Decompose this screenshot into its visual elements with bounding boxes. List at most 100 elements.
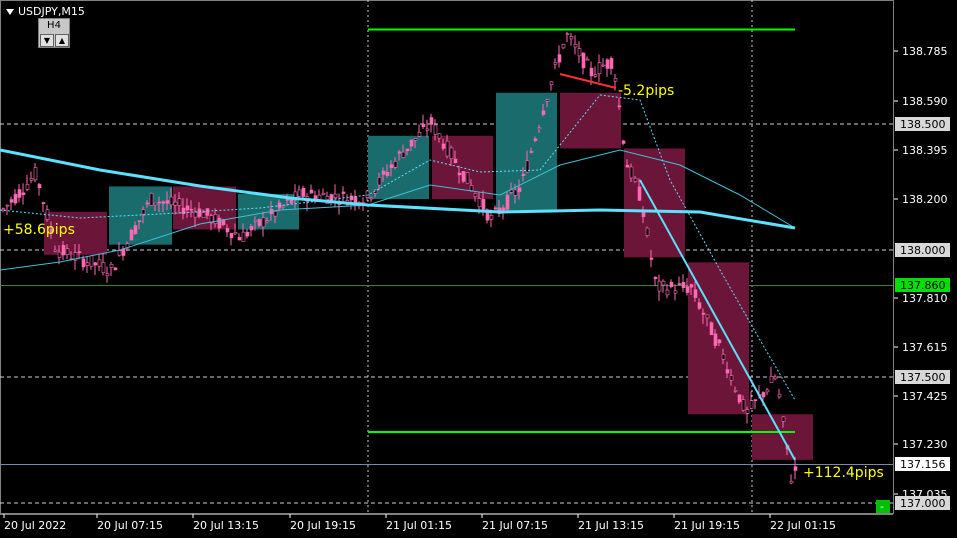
candle-body — [193, 211, 198, 218]
candle-body — [653, 276, 658, 280]
candle-body — [81, 258, 86, 268]
candle-body — [301, 187, 306, 197]
candle-body — [261, 217, 266, 228]
candle-body — [9, 199, 14, 203]
candle-body — [113, 267, 118, 271]
candle-body — [53, 249, 58, 252]
symbol-label[interactable]: USDJPY,M15 — [6, 5, 85, 18]
candle-body — [589, 67, 594, 77]
pips-label-left: +58.6pips — [3, 222, 75, 238]
candle-body — [89, 255, 94, 267]
candle-body — [749, 400, 754, 409]
candle-body — [765, 389, 770, 393]
candle-body — [689, 284, 694, 288]
candle-body — [537, 127, 542, 129]
candle-body — [77, 251, 82, 254]
candle-body — [21, 192, 26, 196]
price-chart[interactable]: +58.6pips -5.2pips +112.4pips 138.785 13… — [0, 0, 957, 538]
candle-body — [265, 220, 270, 223]
candle-body — [693, 289, 698, 298]
candle-body — [245, 231, 250, 237]
candle-body — [733, 389, 738, 392]
candle-body — [473, 193, 478, 198]
close-level-button-label: - — [880, 500, 884, 513]
time-tick: 21 Jul 19:15 — [674, 519, 740, 532]
symbol-menu-icon[interactable] — [6, 9, 14, 15]
candle-body — [281, 205, 286, 208]
candle-body — [437, 133, 442, 139]
candle-body — [385, 171, 390, 176]
candle-body — [649, 257, 654, 260]
candle-body — [129, 229, 134, 241]
candle-body — [657, 280, 662, 292]
time-tick: 20 Jul 13:15 — [193, 519, 259, 532]
candle-body — [37, 184, 42, 189]
candle-body — [637, 186, 642, 201]
price-tick: 138.395 — [902, 144, 948, 157]
h4-box-bear — [624, 148, 685, 258]
candle-body — [509, 189, 514, 193]
candle-body — [553, 62, 558, 65]
candle-body — [669, 281, 674, 287]
price-tag-138500: 138.500 — [900, 118, 946, 131]
candle-body — [681, 281, 686, 288]
candle-body — [477, 198, 482, 208]
candle-body — [145, 202, 150, 205]
candle-body — [13, 193, 18, 204]
trend-line-down[interactable] — [639, 179, 796, 461]
candle-body — [365, 190, 370, 198]
candle-body — [705, 314, 710, 319]
candle-body — [777, 393, 782, 398]
candle-body — [205, 208, 210, 216]
candle-body — [85, 262, 90, 266]
candle-body — [321, 192, 326, 195]
candle-body — [489, 215, 494, 220]
price-tick: 138.785 — [902, 45, 948, 58]
price-tag-137860: 137.860 — [900, 279, 946, 292]
price-tag-137500: 137.500 — [900, 371, 946, 384]
candle-body — [641, 211, 646, 218]
candle-body — [789, 480, 794, 484]
candle-body — [605, 59, 610, 69]
candle-body — [633, 177, 638, 182]
candle-body — [213, 214, 218, 224]
timeframe-up-button[interactable]: ▲ — [55, 34, 69, 47]
candle-body — [461, 171, 466, 182]
candle-body — [153, 202, 158, 206]
timeframe-down-button[interactable]: ▼ — [40, 34, 54, 47]
candle-body — [237, 236, 242, 241]
candle-body — [713, 333, 718, 346]
candle-body — [97, 259, 102, 267]
candle-body — [737, 394, 742, 403]
candle-body — [629, 166, 634, 179]
candle-body — [745, 409, 750, 414]
candle-body — [149, 193, 154, 206]
candle-body — [773, 376, 778, 380]
candle-body — [609, 58, 614, 69]
candle-body — [173, 201, 178, 206]
candle-body — [613, 78, 618, 82]
candle-body — [141, 209, 146, 215]
candle-body — [273, 211, 278, 217]
trend-line-red[interactable] — [559, 73, 617, 89]
price-tag-bid: 137.156 — [900, 458, 946, 471]
candle-body — [569, 36, 574, 40]
candle-body — [761, 392, 766, 398]
time-tick: 21 Jul 01:15 — [386, 519, 452, 532]
candle-body — [249, 226, 254, 231]
time-tick: 20 Jul 07:15 — [97, 519, 163, 532]
h4-box-bear — [560, 92, 621, 149]
candle-body — [133, 225, 138, 235]
candle-body — [617, 105, 622, 108]
timeframe-label: H4 — [47, 20, 61, 31]
candle-body — [601, 64, 606, 67]
candle-body — [201, 212, 206, 218]
price-tag-137000: 137.000 — [900, 497, 946, 510]
candle-body — [661, 280, 666, 286]
pips-label-top: -5.2pips — [618, 83, 674, 99]
chart-canvas[interactable]: +58.6pips -5.2pips +112.4pips 138.785 13… — [0, 0, 957, 538]
candle-body — [581, 52, 586, 69]
candle-body — [453, 158, 458, 163]
time-axis: 20 Jul 2022 20 Jul 07:15 20 Jul 13:15 20… — [3, 514, 836, 532]
candle-body — [449, 147, 454, 160]
